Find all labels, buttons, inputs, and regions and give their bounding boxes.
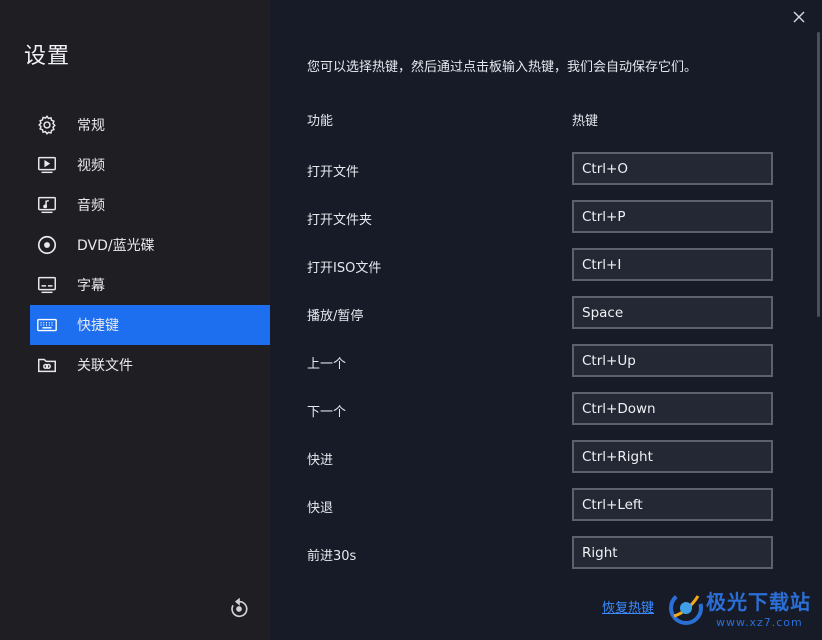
hotkey-label: 打开文件夹	[307, 213, 373, 228]
sidebar: 设置 常规 视频 音频 DVD/蓝光碟 字幕 快捷键 关联文件	[0, 0, 270, 640]
hotkey-input[interactable]	[572, 248, 773, 281]
hotkey-row: 快进	[270, 440, 810, 488]
sidebar-nav: 常规 视频 音频 DVD/蓝光碟 字幕 快捷键 关联文件	[30, 105, 270, 385]
hotkey-label: 上一个	[307, 357, 347, 372]
sidebar-item-label: 常规	[77, 118, 105, 134]
keyboard-icon	[36, 314, 58, 336]
hotkey-input[interactable]	[572, 488, 773, 521]
subtitle-icon	[36, 274, 58, 296]
sidebar-item-file-association[interactable]: 关联文件	[30, 345, 270, 385]
scrollbar[interactable]	[817, 32, 820, 317]
column-header-hotkey: 热键	[572, 114, 599, 129]
sidebar-item-label: 关联文件	[77, 358, 133, 374]
hotkey-label: 快退	[307, 501, 334, 516]
sidebar-item-label: 音频	[77, 198, 105, 214]
sidebar-item-label: 字幕	[77, 278, 105, 294]
hotkey-input[interactable]	[572, 392, 773, 425]
settings-window: 设置 常规 视频 音频 DVD/蓝光碟 字幕 快捷键 关联文件 您可以选择热键，…	[0, 0, 822, 640]
hotkey-label: 播放/暂停	[307, 309, 364, 324]
sidebar-item-video[interactable]: 视频	[30, 145, 270, 185]
hotkey-label: 打开文件	[307, 165, 360, 180]
hotkey-input[interactable]	[572, 152, 773, 185]
disc-icon	[36, 234, 58, 256]
hotkey-row: 打开文件	[270, 152, 810, 200]
hotkey-row: 前进30s	[270, 536, 810, 584]
hotkey-row: 快退	[270, 488, 810, 536]
restore-hotkeys-link[interactable]: 恢复热键	[602, 597, 654, 616]
hotkey-list: 打开文件 打开文件夹 打开ISO文件 播放/暂停 上一个 下一个	[270, 152, 810, 584]
hotkey-label: 打开ISO文件	[307, 261, 382, 276]
sidebar-item-hotkeys[interactable]: 快捷键	[30, 305, 270, 345]
sidebar-item-label: 快捷键	[77, 318, 119, 334]
column-header-function: 功能	[307, 114, 334, 129]
hotkey-row: 播放/暂停	[270, 296, 810, 344]
hotkey-label: 前进30s	[307, 549, 357, 564]
hotkey-input[interactable]	[572, 536, 773, 569]
sidebar-item-audio[interactable]: 音频	[30, 185, 270, 225]
sidebar-item-label: 视频	[77, 158, 105, 174]
folder-link-icon	[36, 354, 58, 376]
hotkey-row: 上一个	[270, 344, 810, 392]
gear-icon	[36, 114, 58, 136]
hotkey-input[interactable]	[572, 200, 773, 233]
hotkey-row: 下一个	[270, 392, 810, 440]
main-panel: 您可以选择热键，然后通过点击板输入热键，我们会自动保存它们。 功能 热键 打开文…	[270, 0, 822, 640]
sidebar-item-label: DVD/蓝光碟	[77, 238, 155, 254]
hotkey-row: 打开ISO文件	[270, 248, 810, 296]
hotkey-input[interactable]	[572, 344, 773, 377]
hotkey-label: 快进	[307, 453, 334, 468]
audio-icon	[36, 194, 58, 216]
hotkey-label: 下一个	[307, 405, 347, 420]
hotkey-row: 打开文件夹	[270, 200, 810, 248]
intro-text: 您可以选择热键，然后通过点击板输入热键，我们会自动保存它们。	[307, 60, 698, 75]
sidebar-item-dvd[interactable]: DVD/蓝光碟	[30, 225, 270, 265]
sidebar-item-subtitle[interactable]: 字幕	[30, 265, 270, 305]
sidebar-title: 设置	[24, 44, 71, 69]
sidebar-item-general[interactable]: 常规	[30, 105, 270, 145]
hotkey-input[interactable]	[572, 440, 773, 473]
hotkey-input[interactable]	[572, 296, 773, 329]
close-icon[interactable]	[792, 9, 806, 23]
video-icon	[36, 154, 58, 176]
reset-icon[interactable]	[228, 597, 250, 620]
